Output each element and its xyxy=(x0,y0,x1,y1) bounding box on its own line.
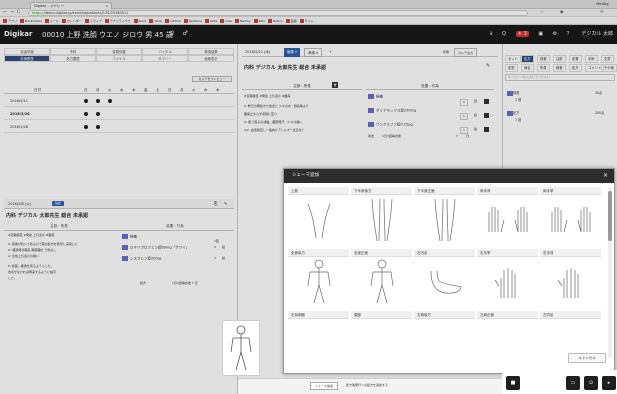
schema-cell-label: 右内足 xyxy=(414,249,475,257)
schema-cell-label: 左肩後方 xyxy=(414,311,475,319)
schema-cell[interactable]: 全身正面 xyxy=(351,249,412,307)
right-bottom-actions: ■ ▭ ⊙ ▸ xyxy=(502,370,617,394)
cancel-button[interactable]: キャンセル xyxy=(568,353,606,363)
schema-cell[interactable]: 両手掌 xyxy=(540,187,601,245)
schema-cell-label: 右耳側面 xyxy=(288,311,349,319)
schema-image xyxy=(414,319,475,369)
schema-cell-label: 両手掌 xyxy=(540,187,601,195)
schema-cell[interactable]: 下半身後方 xyxy=(351,187,412,245)
middle-bottom-bar: シェーマ追加 処方箋発行への処方を追加する xyxy=(238,378,502,394)
modal-header: シェーマ追加 × xyxy=(284,169,614,183)
export-icon[interactable]: ⊙ xyxy=(584,376,598,390)
schema-image xyxy=(477,319,538,369)
schema-image xyxy=(414,195,475,245)
schema-cell-label: 右手背 xyxy=(540,249,601,257)
schema-cell[interactable]: 左肩正面 xyxy=(477,311,538,369)
save-icon[interactable]: ■ xyxy=(506,376,520,390)
schema-image xyxy=(540,195,601,245)
body-figure-icon xyxy=(230,325,252,371)
schema-thumbnail[interactable] xyxy=(222,320,260,376)
schema-cell-label: 全身後方 xyxy=(288,249,349,257)
schema-image xyxy=(351,195,412,245)
schema-cell[interactable]: 右内足 xyxy=(414,249,475,307)
schema-modal: シェーマ追加 × 上肢 下半身後方 下半身正面 両手背 両手掌 全身後方 全身正面 右内足 右手… xyxy=(283,168,615,374)
schema-image xyxy=(414,257,475,307)
schema-cell[interactable]: 全身後方 xyxy=(288,249,349,307)
close-icon[interactable]: × xyxy=(603,169,608,183)
play-icon[interactable]: ▸ xyxy=(602,376,616,390)
schema-cell-label: 左肩正面 xyxy=(477,311,538,319)
schema-image xyxy=(540,257,601,307)
schema-cell[interactable]: 左肩後方 xyxy=(414,311,475,369)
schema-image xyxy=(288,319,349,369)
schema-image xyxy=(477,257,538,307)
schema-cell-label: 頭部 xyxy=(351,311,412,319)
schema-cell-label: 両手背 xyxy=(477,187,538,195)
schema-image xyxy=(477,195,538,245)
schema-cell[interactable]: 右手背 xyxy=(540,249,601,307)
modal-scrollbar[interactable] xyxy=(608,187,612,357)
schema-cell[interactable]: 両手背 xyxy=(477,187,538,245)
schema-cell-label: 上肢 xyxy=(288,187,349,195)
schema-cell[interactable]: 右耳側面 xyxy=(288,311,349,369)
schema-cell-label: 下半身後方 xyxy=(351,187,412,195)
schema-cell-label: 右手掌 xyxy=(477,249,538,257)
bottom-hint: 処方箋発行への処方を追加する xyxy=(346,383,389,387)
modal-title: シェーマ追加 xyxy=(292,173,319,178)
schema-cell[interactable]: 右手掌 xyxy=(477,249,538,307)
schema-image xyxy=(288,195,349,245)
schema-image xyxy=(351,319,412,369)
schema-cell[interactable]: 頭部 xyxy=(351,311,412,369)
schema-cell-label: 下半身正面 xyxy=(414,187,475,195)
schema-cell[interactable]: 上肢 xyxy=(288,187,349,245)
schema-image xyxy=(288,257,349,307)
schema-image xyxy=(351,257,412,307)
add-schema-button[interactable]: シェーマ追加 xyxy=(310,382,339,390)
schema-cell-label: 全身正面 xyxy=(351,249,412,257)
schema-cell[interactable]: 下半身正面 xyxy=(414,187,475,245)
print-icon[interactable]: ▭ xyxy=(566,376,580,390)
schema-cell-label: 左内足 xyxy=(540,311,601,319)
